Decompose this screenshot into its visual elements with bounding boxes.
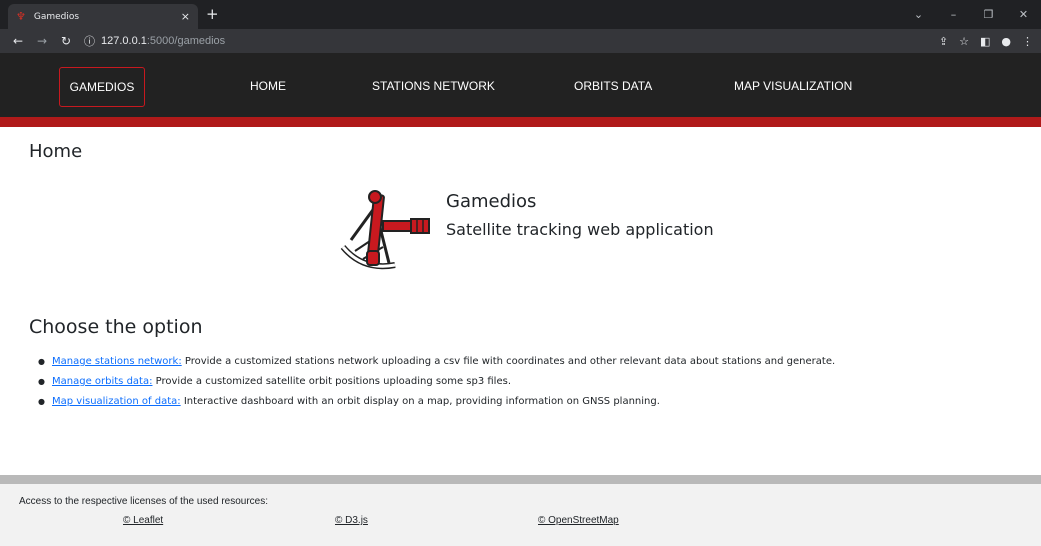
- option-description: Provide a customized stations network up…: [181, 356, 836, 367]
- list-item: ● Map visualization of data: Interactive…: [38, 392, 835, 412]
- osm-license-link[interactable]: © OpenStreetMap: [538, 515, 619, 526]
- map-visualization-link[interactable]: Map visualization of data:: [52, 395, 181, 409]
- list-item: ● Manage stations network: Provide a cus…: [38, 352, 835, 372]
- browser-tab[interactable]: ♆ Gamedios ×: [8, 4, 198, 29]
- app-subtitle: Satellite tracking web application: [446, 220, 714, 239]
- site-navbar: GAMEDIOS HOME STATIONS NETWORK ORBITS DA…: [0, 53, 1041, 117]
- choose-option-heading: Choose the option: [29, 316, 203, 338]
- d3-license-link[interactable]: © D3.js: [335, 515, 368, 526]
- nav-stations-network[interactable]: STATIONS NETWORK: [372, 79, 495, 93]
- address-bar: ← → ↻ ⓘ 127.0.0.1:5000/gamedios ⇪ ☆ ◧ ● …: [0, 29, 1041, 53]
- site-info-icon[interactable]: ⓘ: [84, 33, 95, 49]
- page-title: Home: [29, 141, 83, 162]
- url-path: :5000/gamedios: [146, 35, 226, 47]
- bookmark-star-icon[interactable]: ☆: [959, 35, 969, 48]
- favicon-icon: ♆: [16, 10, 26, 23]
- leaflet-license-link[interactable]: © Leaflet: [123, 515, 163, 526]
- reload-icon[interactable]: ↻: [56, 34, 76, 48]
- toolbar-icons: ⇪ ☆ ◧ ● ⋮: [939, 35, 1033, 48]
- forward-icon[interactable]: →: [32, 34, 52, 48]
- nav-home[interactable]: HOME: [250, 79, 286, 93]
- tab-search-icon[interactable]: ⌄: [901, 8, 936, 21]
- browser-tabbar: ♆ Gamedios × + ⌄ – ❐ ✕: [0, 0, 1041, 29]
- manage-orbits-link[interactable]: Manage orbits data:: [52, 375, 152, 389]
- license-note: Access to the respective licenses of the…: [19, 496, 269, 507]
- app-name: Gamedios: [446, 191, 537, 212]
- new-tab-icon[interactable]: +: [206, 5, 219, 23]
- url-field[interactable]: ⓘ 127.0.0.1:5000/gamedios: [84, 31, 939, 51]
- tab-close-icon[interactable]: ×: [181, 10, 190, 23]
- footer: Access to the respective licenses of the…: [0, 484, 1041, 546]
- sextant-logo-icon: [340, 190, 430, 270]
- window-controls: ⌄ – ❐ ✕: [901, 0, 1041, 29]
- back-icon[interactable]: ←: [8, 34, 28, 48]
- tab-title: Gamedios: [33, 11, 80, 22]
- minimize-icon[interactable]: –: [936, 8, 971, 21]
- option-description: Interactive dashboard with an orbit disp…: [180, 396, 660, 407]
- bullet-icon: ●: [38, 357, 45, 366]
- close-window-icon[interactable]: ✕: [1006, 8, 1041, 21]
- nav-brand-gamedios[interactable]: GAMEDIOS: [59, 67, 145, 107]
- url-host: 127.0.0.1: [101, 35, 147, 47]
- list-item: ● Manage orbits data: Provide a customiz…: [38, 372, 835, 392]
- side-panel-icon[interactable]: ◧: [980, 35, 990, 48]
- footer-divider: [0, 475, 1041, 484]
- profile-icon[interactable]: ●: [1001, 35, 1011, 48]
- nav-accent-line: [0, 117, 1041, 127]
- hero: Gamedios Satellite tracking web applicat…: [333, 185, 733, 275]
- restore-icon[interactable]: ❐: [971, 8, 1006, 21]
- manage-stations-link[interactable]: Manage stations network:: [52, 355, 182, 369]
- menu-kebab-icon[interactable]: ⋮: [1022, 35, 1033, 48]
- bullet-icon: ●: [38, 397, 45, 406]
- option-description: Provide a customized satellite orbit pos…: [152, 376, 511, 387]
- nav-map-visualization[interactable]: MAP VISUALIZATION: [734, 79, 852, 93]
- share-icon[interactable]: ⇪: [939, 35, 948, 48]
- options-list: ● Manage stations network: Provide a cus…: [38, 352, 835, 412]
- bullet-icon: ●: [38, 377, 45, 386]
- nav-orbits-data[interactable]: ORBITS DATA: [574, 79, 652, 93]
